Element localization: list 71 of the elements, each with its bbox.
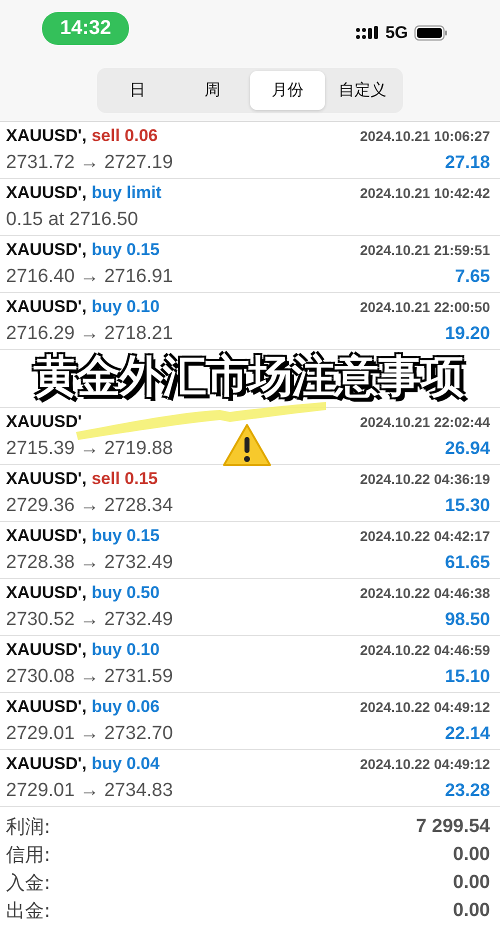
deal-time: 2024.10.21 10:06:27 bbox=[360, 128, 490, 144]
deal-symbol: XAUUSD', bbox=[6, 297, 87, 316]
deal-time: 2024.10.21 22:02:44 bbox=[360, 414, 490, 430]
battery-icon bbox=[414, 25, 448, 41]
caption-title: 黄金外汇市场注意事项 bbox=[30, 350, 470, 406]
deal-prices: 2715.39 → 2719.88 bbox=[6, 438, 173, 460]
deal-order: buy 0.15 bbox=[92, 526, 160, 545]
deal-prices: 2729.01 → 2734.83 bbox=[6, 780, 173, 802]
deal-prices: 2731.72 → 2727.19 bbox=[6, 152, 173, 174]
deal-prices: 2730.08 → 2731.59 bbox=[6, 666, 173, 688]
deal-time: 2024.10.22 04:49:12 bbox=[360, 756, 490, 772]
deal-symbol: XAUUSD', bbox=[6, 697, 87, 716]
deal-order: sell 0.15 bbox=[92, 469, 158, 488]
summary-value: 7 299.54 bbox=[416, 816, 490, 838]
deal-symbol: XAUUSD', bbox=[6, 240, 87, 259]
deal-prices: 2730.52 → 2732.49 bbox=[6, 609, 173, 631]
deal-time: 2024.10.21 21:59:51 bbox=[360, 242, 490, 258]
period-tab[interactable]: 周 bbox=[175, 71, 250, 110]
network-label: 5G bbox=[385, 23, 408, 43]
period-tab[interactable]: 日 bbox=[100, 71, 175, 110]
deal-prices: 2728.38 → 2732.49 bbox=[6, 552, 173, 574]
deal-time: 2024.10.22 04:46:59 bbox=[360, 642, 490, 658]
deal-profit: 19.20 bbox=[444, 323, 490, 344]
deal-time: 2024.10.22 04:49:12 bbox=[360, 699, 490, 715]
deal-time: 2024.10.22 04:46:38 bbox=[360, 585, 490, 601]
deal-order: buy 0.10 bbox=[92, 297, 160, 316]
deal-symbol: XAUUSD' bbox=[6, 412, 82, 431]
deal-time: 2024.10.21 10:42:42 bbox=[360, 185, 490, 201]
deal-profit: 98.50 bbox=[444, 609, 490, 630]
deal-time: 2024.10.22 04:36:19 bbox=[360, 471, 490, 487]
deal-order: buy 0.10 bbox=[92, 640, 160, 659]
summary-label: 利润: bbox=[6, 815, 50, 840]
deal-profit: 27.18 bbox=[444, 152, 490, 173]
summary-value: 0.00 bbox=[453, 872, 490, 894]
deal-order: buy 0.50 bbox=[92, 583, 160, 602]
deal-prices: 0.15 at 2716.50 bbox=[6, 209, 138, 231]
deal-symbol: XAUUSD', bbox=[6, 640, 87, 659]
deal-prices: 2729.36 → 2728.34 bbox=[6, 495, 173, 517]
deal-symbol: XAUUSD', bbox=[6, 469, 87, 488]
deal-prices: 2729.01 → 2732.70 bbox=[6, 723, 173, 745]
deal-profit: 15.10 bbox=[444, 666, 490, 687]
deal-profit: 23.28 bbox=[444, 780, 490, 801]
deal-profit: 15.30 bbox=[444, 495, 490, 516]
deal-symbol: XAUUSD', bbox=[6, 126, 87, 145]
deal-symbol: XAUUSD', bbox=[6, 183, 87, 202]
summary-value: 0.00 bbox=[453, 844, 490, 866]
deal-symbol: XAUUSD', bbox=[6, 754, 87, 773]
deal-order: sell 0.06 bbox=[92, 126, 158, 145]
deal-profit: 7.65 bbox=[454, 266, 490, 287]
deal-profit: 61.65 bbox=[444, 552, 490, 573]
warning-icon bbox=[222, 422, 272, 468]
deal-time: 2024.10.22 04:42:17 bbox=[360, 528, 490, 544]
deal-prices: 2716.40 → 2716.91 bbox=[6, 266, 173, 288]
deal-profit: 26.94 bbox=[444, 438, 490, 459]
summary-label: 入金: bbox=[6, 871, 50, 896]
summary-label: 出金: bbox=[6, 899, 50, 924]
deal-time: 2024.10.21 22:00:50 bbox=[360, 299, 490, 315]
deal-symbol: XAUUSD', bbox=[6, 583, 87, 602]
summary-label: 信用: bbox=[6, 843, 50, 868]
period-tab[interactable]: 月份 bbox=[250, 71, 325, 110]
deal-profit: 22.14 bbox=[444, 723, 490, 744]
signal-icon bbox=[355, 25, 380, 41]
deal-order: buy limit bbox=[92, 183, 162, 202]
deal-symbol: XAUUSD', bbox=[6, 526, 87, 545]
deal-order: buy 0.15 bbox=[92, 240, 160, 259]
deal-prices: 2716.29 → 2718.21 bbox=[6, 323, 173, 345]
deal-order: buy 0.06 bbox=[92, 697, 160, 716]
period-tab[interactable]: 自定义 bbox=[325, 71, 400, 110]
deal-order: buy 0.04 bbox=[92, 754, 160, 773]
status-time: 14:32 bbox=[42, 12, 130, 44]
summary-value: 0.00 bbox=[453, 900, 490, 922]
